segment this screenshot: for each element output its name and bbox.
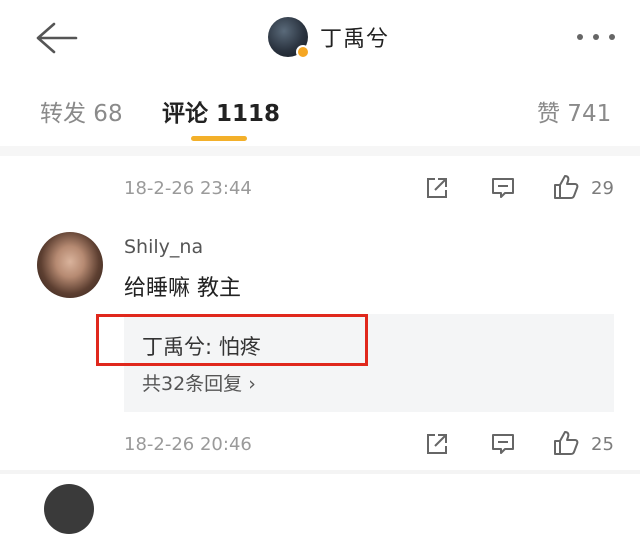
tab-bar: 转发 68 评论 1118 赞 741 bbox=[0, 74, 640, 146]
share-icon[interactable] bbox=[424, 175, 450, 201]
highlight-box bbox=[96, 314, 368, 366]
verified-badge-icon bbox=[296, 45, 310, 59]
comment-divider bbox=[0, 470, 640, 474]
comment-icon[interactable] bbox=[490, 175, 516, 201]
comment-time: 18-2-26 23:44 bbox=[124, 178, 252, 199]
more-horizontal-icon[interactable] bbox=[574, 30, 618, 44]
tab-reposts[interactable]: 转发 68 bbox=[40, 94, 123, 128]
section-divider bbox=[0, 146, 640, 156]
comment-icon[interactable] bbox=[490, 431, 516, 457]
view-more-replies-link[interactable]: 共32条回复 › bbox=[142, 369, 256, 396]
avatar[interactable] bbox=[37, 232, 103, 298]
profile-title[interactable]: 丁禹兮 bbox=[268, 15, 389, 59]
comment-text: 给睡嘛 教主 bbox=[124, 276, 241, 301]
comment-username[interactable]: Shily_na bbox=[124, 236, 203, 258]
like-count: 25 bbox=[591, 434, 614, 455]
page-title: 丁禹兮 bbox=[320, 27, 390, 52]
tab-comments[interactable]: 评论 1118 bbox=[162, 94, 280, 128]
avatar[interactable] bbox=[268, 17, 310, 59]
tab-likes[interactable]: 赞 741 bbox=[537, 94, 611, 128]
thumbs-up-icon[interactable] bbox=[552, 429, 580, 457]
comment-time: 18-2-26 20:46 bbox=[124, 434, 252, 455]
avatar[interactable] bbox=[44, 484, 94, 534]
share-icon[interactable] bbox=[424, 431, 450, 457]
like-count: 29 bbox=[591, 178, 614, 199]
arrow-left-icon[interactable] bbox=[32, 20, 80, 56]
active-tab-indicator bbox=[191, 136, 247, 141]
thumbs-up-icon[interactable] bbox=[552, 173, 580, 201]
top-bar: 丁禹兮 bbox=[0, 0, 640, 74]
